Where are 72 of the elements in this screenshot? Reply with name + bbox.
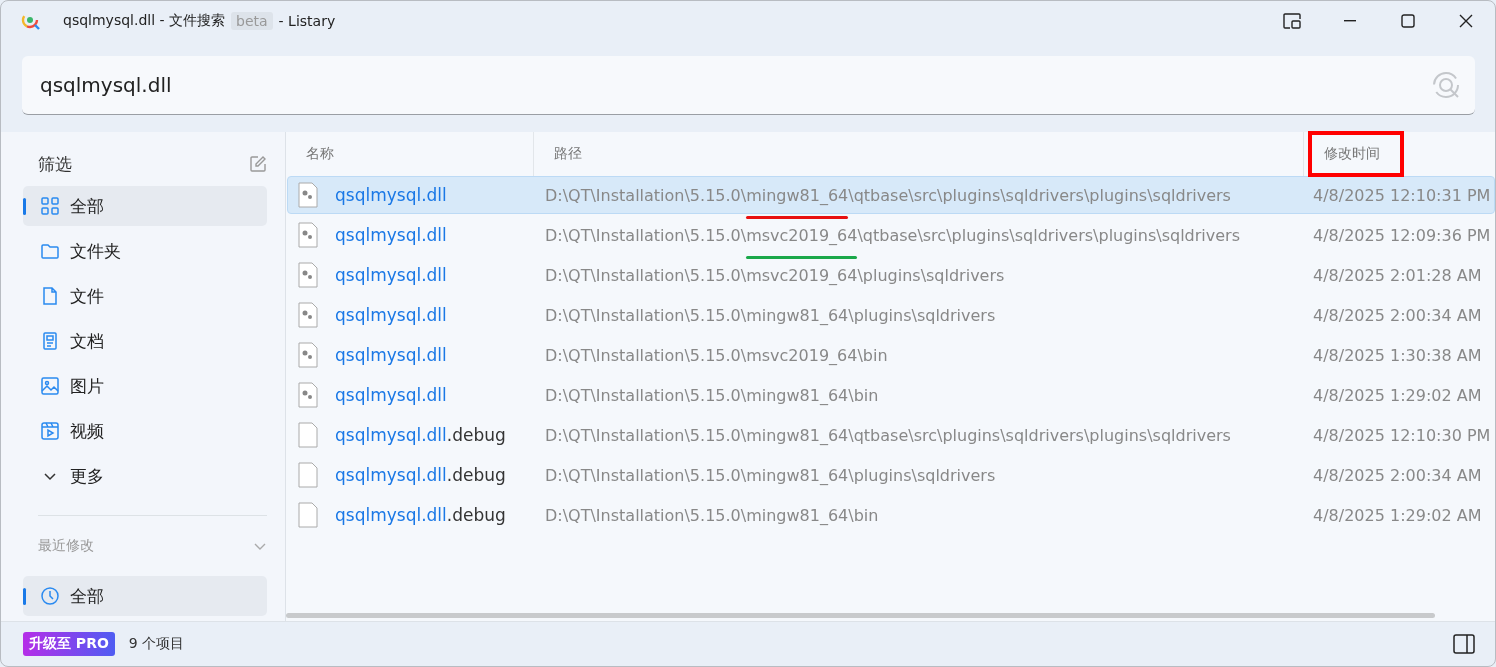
file-name: qsqlmysql.dll — [335, 385, 447, 405]
window-title: - Listary — [278, 13, 336, 29]
sidebar-item[interactable]: 全部 — [23, 186, 267, 226]
minimize-icon — [1344, 20, 1356, 22]
column-header[interactable]: 名称 — [306, 145, 334, 163]
file-row[interactable]: qsqlmysql.dll D:\QT\Installation\5.15.0\mingw81_64\plugins\sqldrivers 4/8/2025 2:00:34 AM — [287, 296, 1495, 334]
modified-time: 4/8/2025 12:10:30 PM — [1312, 425, 1492, 445]
folder-icon — [40, 241, 60, 261]
file-icon — [40, 286, 60, 306]
search-field[interactable]: qsqlmysql.dll — [22, 56, 1475, 115]
modified-time: 4/8/2025 1:29:02 AM — [1312, 385, 1483, 405]
file-row[interactable]: qsqlmysql.dll.debug D:\QT\Installation\5.15.0\mingw81_64\plugins\sqldrivers 4/8/2025 2:00:34 AM — [287, 456, 1495, 494]
panel-toggle-button[interactable] — [1453, 634, 1475, 654]
file-name: qsqlmysql.dll.debug — [335, 505, 506, 525]
column-header[interactable]: 路径 — [554, 145, 582, 163]
file-row[interactable]: qsqlmysql.dll D:\QT\Installation\5.15.0\mingw81_64\bin 4/8/2025 1:29:02 AM — [287, 376, 1495, 414]
modified-time: 4/8/2025 1:29:02 AM — [1312, 505, 1483, 525]
sidebar-item[interactable]: 全部 — [23, 576, 267, 616]
file-name: qsqlmysql.dll — [335, 305, 447, 325]
sidebar-item[interactable]: 文档 — [23, 321, 267, 361]
file-icon — [297, 502, 319, 528]
file-path: D:\QT\Installation\5.15.0\mingw81_64\plugins\sqldrivers — [545, 305, 996, 325]
file-row[interactable]: qsqlmysql.dll D:\QT\Installation\5.15.0\msvc2019_64\plugins\sqldrivers 4/8/2025 2:01:28 AM — [287, 256, 1495, 294]
modified-time: 4/8/2025 2:01:28 AM — [1312, 265, 1483, 285]
edit-icon[interactable] — [249, 155, 267, 173]
file-row[interactable]: qsqlmysql.dll D:\QT\Installation\5.15.0\msvc2019_64\bin 4/8/2025 1:30:38 AM — [287, 336, 1495, 374]
sidebar-item[interactable]: 图片 — [23, 366, 267, 406]
search-icon[interactable] — [1431, 70, 1461, 100]
modified-time: 4/8/2025 12:10:31 PM — [1312, 185, 1492, 205]
modified-time: 4/8/2025 2:00:34 AM — [1312, 465, 1483, 485]
close-icon — [1459, 14, 1473, 28]
scrollbar[interactable] — [286, 613, 1435, 618]
beta-tag: beta — [231, 12, 273, 30]
clock-icon — [40, 586, 60, 606]
document-icon — [40, 331, 60, 351]
file-name: qsqlmysql.dll — [335, 345, 447, 365]
file-path: D:\QT\Installation\5.15.0\mingw81_64\bin — [545, 385, 879, 405]
item-count: 9 个项目 — [128, 635, 185, 653]
file-row[interactable]: qsqlmysql.dll.debug D:\QT\Installation\5.15.0\mingw81_64\bin 4/8/2025 1:29:02 AM — [287, 496, 1495, 534]
file-path: D:\QT\Installation\5.15.0\msvc2019_64\plugins\sqldrivers — [545, 265, 1005, 285]
image-icon — [40, 376, 60, 396]
file-name: qsqlmysql.dll — [335, 185, 447, 205]
window-title: qsqlmysql.dll - 文件搜索 — [63, 12, 226, 30]
grid-icon — [40, 196, 60, 216]
file-path: D:\QT\Installation\5.15.0\msvc2019_64\qtbase\src\plugins\sqldrivers\plugins\sqldrivers — [545, 225, 1241, 245]
modified-time: 4/8/2025 12:09:36 PM — [1312, 225, 1492, 245]
modified-time: 4/8/2025 1:30:38 AM — [1312, 345, 1483, 365]
file-row[interactable]: qsqlmysql.dll.debug D:\QT\Installation\5.15.0\mingw81_64\qtbase\src\plugins\sqldrivers\plugins\sqldrivers 4/8/2025 12:10:30 PM — [287, 416, 1495, 454]
filter-title: 筛选 — [38, 152, 72, 176]
section-title: 最近修改 — [38, 537, 94, 555]
sidebar-item[interactable]: 视频 — [23, 411, 267, 451]
file-name: qsqlmysql.dll.debug — [335, 465, 506, 485]
snap-layout-icon — [1283, 13, 1301, 29]
upgrade-badge[interactable]: 升级至 PRO — [23, 632, 115, 656]
file-path: D:\QT\Installation\5.15.0\mingw81_64\bin — [545, 505, 879, 525]
column-header[interactable]: 修改时间 — [1324, 145, 1380, 163]
file-path: D:\QT\Installation\5.15.0\mingw81_64\qtbase\src\plugins\sqldrivers\plugins\sqldrivers — [545, 425, 1231, 445]
file-name: qsqlmysql.dll — [335, 225, 447, 245]
file-icon — [297, 462, 319, 488]
file-row[interactable]: qsqlmysql.dll D:\QT\Installation\5.15.0\msvc2019_64\qtbase\src\plugins\sqldrivers\plugins\sqldrivers 4/8/2025 12:09:36 PM — [287, 216, 1495, 254]
file-icon — [297, 422, 319, 448]
file-path: D:\QT\Installation\5.15.0\msvc2019_64\bin — [545, 345, 888, 365]
sidebar-item[interactable]: 文件夹 — [23, 231, 267, 271]
file-path: D:\QT\Installation\5.15.0\mingw81_64\qtbase\src\plugins\sqldrivers\plugins\sqldrivers — [545, 185, 1231, 205]
sidebar-item[interactable]: 更多 — [23, 456, 267, 496]
sidebar-item[interactable]: 文件 — [23, 276, 267, 316]
modified-time: 4/8/2025 2:00:34 AM — [1312, 305, 1483, 325]
file-path: D:\QT\Installation\5.15.0\mingw81_64\plugins\sqldrivers — [545, 465, 996, 485]
file-name: qsqlmysql.dll — [335, 265, 447, 285]
video-icon — [40, 421, 60, 441]
file-name: qsqlmysql.dll.debug — [335, 425, 506, 445]
maximize-icon — [1401, 14, 1415, 28]
